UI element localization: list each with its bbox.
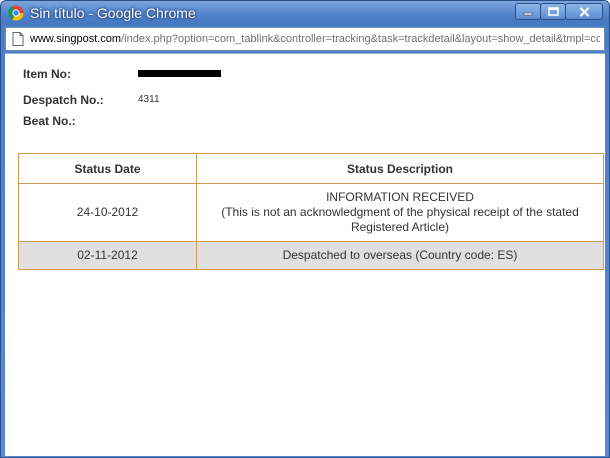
minimize-button[interactable]: [515, 3, 541, 20]
status-date-cell: 02-11-2012: [18, 241, 197, 270]
status-table: Status Date Status Description 24-10-201…: [18, 153, 604, 270]
page-content: Item No: Despatch No.: 4311 Beat No.: St…: [5, 53, 605, 456]
description-note: (This is not an acknowledgment of the ph…: [221, 205, 579, 234]
item-no-label: Item No:: [23, 67, 71, 81]
status-description-cell: Despatched to overseas (Country code: ES…: [196, 241, 604, 270]
maximize-icon: [547, 7, 559, 16]
close-icon: [579, 6, 589, 17]
title-bar[interactable]: Sin título - Google Chrome: [1, 1, 609, 25]
item-no-redacted-value: [138, 70, 221, 77]
status-description-cell: INFORMATION RECEIVED (This is not an ack…: [196, 183, 604, 242]
page-icon: [12, 32, 24, 46]
address-bar[interactable]: www.singpost.com/index.php?option=com_ta…: [5, 27, 605, 51]
url-host: www.singpost.com: [30, 33, 122, 45]
url-text[interactable]: www.singpost.com/index.php?option=com_ta…: [30, 33, 600, 45]
url-path: /index.php?option=com_tablink&controller…: [121, 33, 600, 45]
header-status-description: Status Description: [196, 153, 604, 184]
close-button[interactable]: [565, 3, 603, 20]
browser-window: Sin título - Google Chrome www.singpost.…: [0, 0, 610, 458]
table-row: 02-11-2012 Despatched to overseas (Count…: [18, 241, 604, 270]
table-row: 24-10-2012 INFORMATION RECEIVED (This is…: [18, 183, 604, 242]
table-header-row: Status Date Status Description: [18, 153, 604, 184]
despatch-no-label: Despatch No.:: [23, 93, 104, 107]
status-date-cell: 24-10-2012: [18, 183, 197, 242]
maximize-button[interactable]: [540, 3, 566, 20]
header-status-date: Status Date: [18, 153, 197, 184]
chrome-icon: [8, 5, 24, 21]
beat-no-label: Beat No.:: [23, 114, 76, 128]
minimize-icon: [523, 12, 533, 15]
despatch-no-value: 4311: [138, 94, 160, 105]
window-title: Sin título - Google Chrome: [30, 5, 196, 21]
description-line: INFORMATION RECEIVED: [326, 190, 474, 204]
